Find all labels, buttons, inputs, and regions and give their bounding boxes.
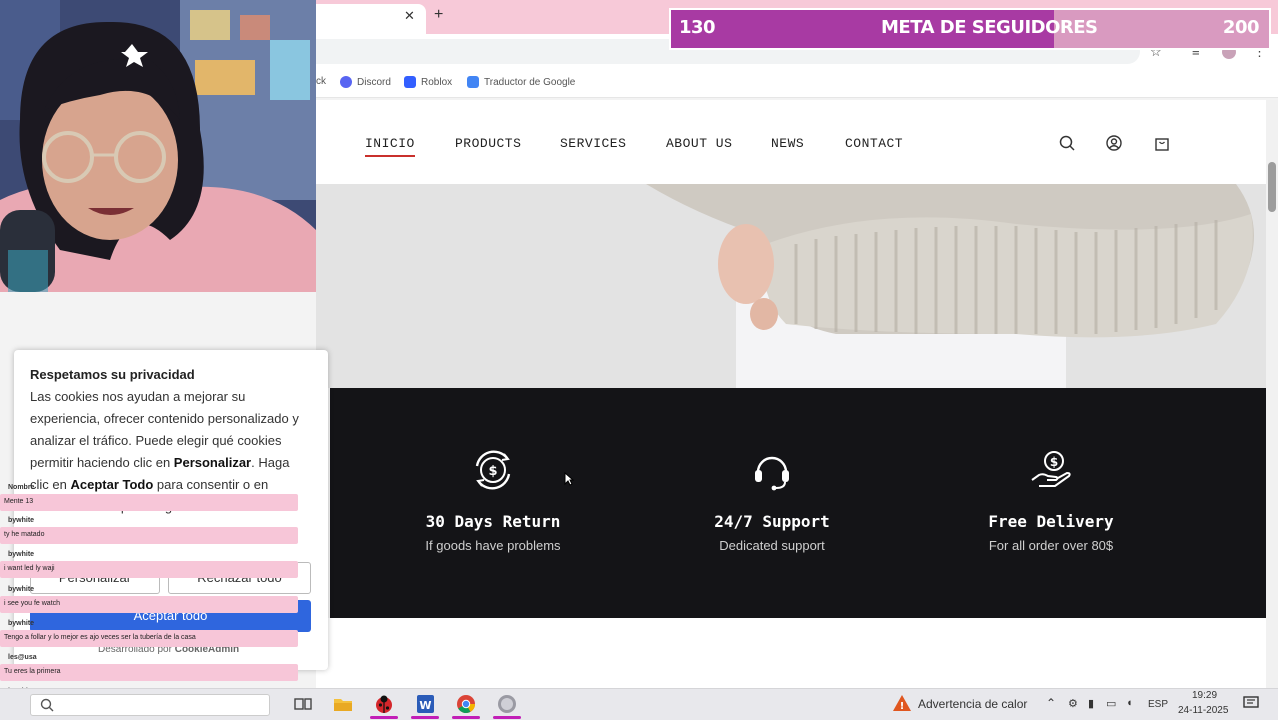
word-icon[interactable]: W: [414, 693, 436, 715]
bookmark-label: ck: [316, 76, 326, 87]
scrollbar-thumb[interactable]: [1268, 162, 1276, 212]
chat-text: i see you fe watch: [4, 600, 61, 607]
chat-text: Mente 13: [4, 498, 34, 505]
cookie-text-part: para consentir o en: [153, 477, 269, 492]
search-icon[interactable]: [1058, 134, 1076, 152]
running-app-indicator: [411, 716, 439, 719]
tray-app-icon[interactable]: ⚙: [1068, 697, 1078, 710]
goal-target-count: 200: [1222, 17, 1260, 38]
mouse-cursor-icon: [564, 472, 574, 486]
bookmark-label: Traductor de Google: [484, 76, 576, 88]
chat-text: i want led ly waji: [4, 565, 55, 572]
chat-username: bywhite: [8, 517, 35, 524]
discord-icon: [340, 76, 352, 88]
input-language[interactable]: ESP: [1148, 699, 1168, 710]
taskbar-search-box[interactable]: [30, 694, 270, 716]
nav-contact[interactable]: CONTACT: [845, 136, 903, 151]
svg-text:!: !: [900, 701, 905, 712]
nav-news[interactable]: NEWS: [771, 136, 804, 151]
svg-text:$: $: [488, 464, 497, 479]
goal-current-count: 130: [679, 17, 716, 38]
chrome-icon[interactable]: [455, 693, 477, 715]
task-view-icon[interactable]: [292, 693, 314, 715]
file-explorer-icon[interactable]: [332, 693, 354, 715]
nav-products[interactable]: PRODUCTS: [455, 136, 521, 151]
notification-center-icon[interactable]: [1243, 696, 1259, 710]
chat-text: Tengo a follar y lo mejor es ajo veces s…: [4, 634, 196, 641]
chat-username: les@usa: [8, 654, 37, 661]
clock-date[interactable]: 24-11-2025: [1178, 705, 1228, 716]
sweater-photo: [316, 184, 1266, 388]
bookmark-google-translate[interactable]: Traductor de Google: [467, 76, 575, 88]
tray-mic-icon[interactable]: ▮: [1088, 697, 1094, 710]
screen: ✕ + ☆ ≡ ⋮ ck Discord Roblox Traductor de…: [0, 0, 1278, 720]
close-tab-icon[interactable]: ✕: [404, 8, 415, 24]
chat-username: bywhite: [8, 551, 35, 558]
obs-icon[interactable]: [496, 693, 518, 715]
weather-alert-text[interactable]: Advertencia de calor: [918, 697, 1027, 711]
cookie-text-bold: Personalizar: [173, 455, 252, 470]
chat-message: bywhite Tengo a follar y lo mejor es ajo …: [0, 620, 298, 647]
page-content-below: [316, 618, 1266, 688]
streamer-webcam: [0, 0, 316, 292]
bookmark-ck[interactable]: ck: [316, 76, 326, 87]
bookmark-label: Discord: [357, 76, 391, 88]
features-band: [330, 388, 1266, 618]
feature-subtitle: If goods have problems: [425, 538, 561, 553]
chat-username: bywhite: [8, 586, 35, 593]
headset-icon: [755, 456, 789, 491]
user-account-icon[interactable]: [1105, 134, 1123, 152]
chat-message: Nombre Mente 13: [0, 484, 298, 511]
heat-warning-icon[interactable]: !: [892, 694, 912, 712]
tray-chevron-up-icon[interactable]: ⌃: [1046, 696, 1056, 710]
tray-volume-icon[interactable]: ◖: [1126, 697, 1133, 709]
bookmark-label: Roblox: [421, 76, 453, 88]
chat-text: ty he matado: [4, 531, 45, 538]
chat-text: Tu eres la primera: [4, 668, 61, 675]
webcam-overlay: [0, 0, 316, 292]
hero-image: [316, 184, 1266, 388]
feature-title: 24/7 Support: [714, 512, 830, 531]
chat-message: bywhite i want led ly waji: [0, 551, 298, 578]
roblox-icon: [404, 76, 416, 88]
running-app-indicator: [370, 716, 398, 719]
feature-title: Free Delivery: [988, 512, 1114, 531]
tray-network-icon[interactable]: ▭: [1106, 697, 1116, 710]
bookmark-discord[interactable]: Discord: [340, 76, 391, 88]
cookie-dialog-title: Respetamos su privacidad: [30, 367, 195, 382]
chat-message: bywhite ty he matado: [0, 517, 298, 544]
running-app-indicator: [493, 716, 521, 719]
hand-coin-icon: $: [1031, 451, 1071, 487]
follower-goal-bar: 130 META DE SEGUIDORES 200: [669, 8, 1271, 50]
new-tab-button[interactable]: +: [434, 6, 443, 24]
nav-inicio[interactable]: INICIO: [365, 136, 415, 157]
nav-about-us[interactable]: ABOUT US: [666, 136, 732, 151]
chat-message: bywhite i see you fe watch: [0, 586, 298, 613]
svg-text:W: W: [419, 699, 431, 712]
google-translate-icon: [467, 76, 479, 88]
running-app-indicator: [452, 716, 480, 719]
feature-subtitle: Dedicated support: [719, 538, 825, 553]
chat-message: les@usa Tu eres la primera: [0, 654, 298, 681]
shopping-bag-icon[interactable]: [1153, 134, 1171, 152]
chat-username: Nombre: [8, 484, 35, 491]
feature-subtitle: For all order over 80$: [988, 538, 1114, 553]
ladybug-icon[interactable]: [373, 693, 395, 715]
svg-text:$: $: [1050, 455, 1058, 469]
money-return-icon: $: [475, 450, 511, 490]
taskbar-search-icon: [40, 698, 54, 712]
chat-username: bywhite: [8, 620, 35, 627]
goal-title: META DE SEGUIDORES: [881, 17, 1098, 38]
cookie-text-bold: Aceptar Todo: [70, 477, 154, 492]
bookmark-roblox[interactable]: Roblox: [404, 76, 452, 88]
clock-time[interactable]: 19:29: [1192, 690, 1217, 701]
nav-services[interactable]: SERVICES: [560, 136, 626, 151]
feature-title: 30 Days Return: [425, 512, 561, 531]
